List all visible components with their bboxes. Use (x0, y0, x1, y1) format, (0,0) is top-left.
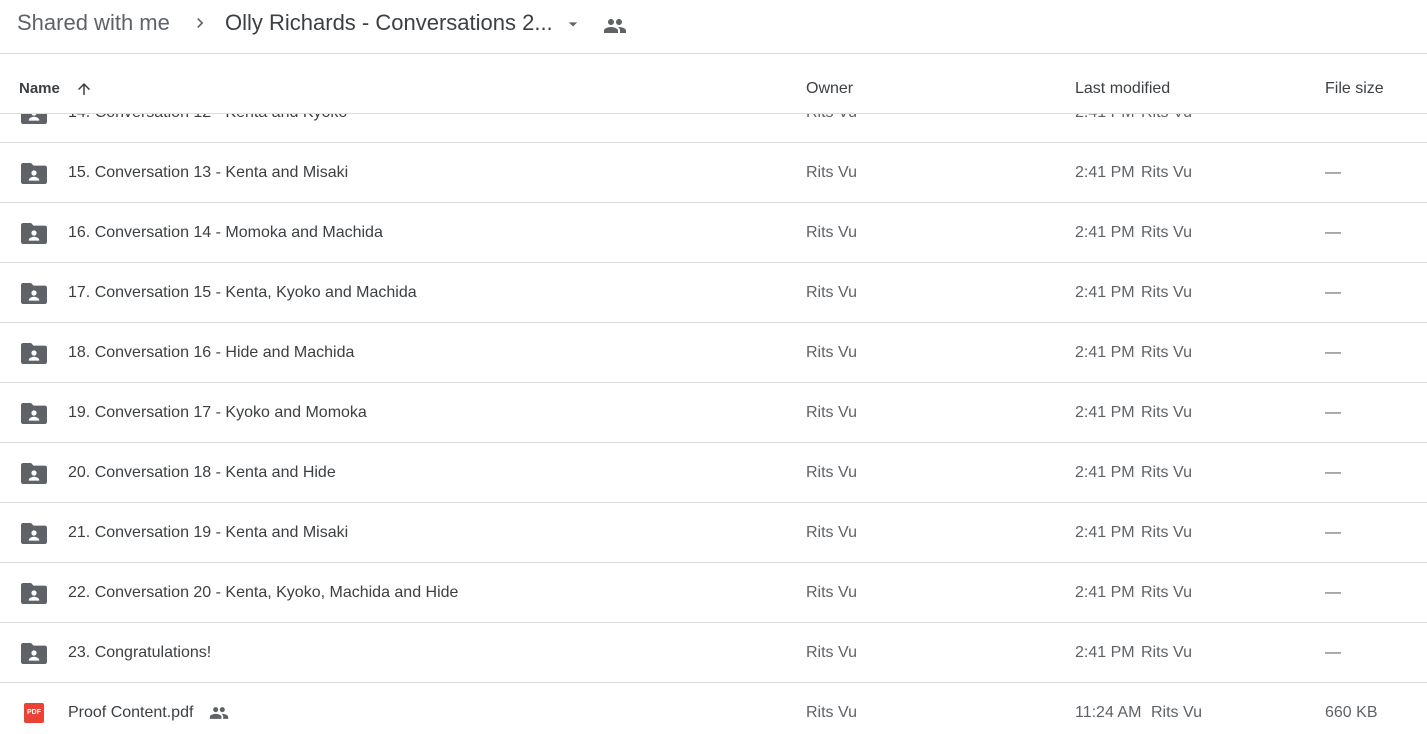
file-name[interactable]: 15. Conversation 13 - Kenta and Misaki (68, 163, 348, 183)
modified-time: 2:41 PM (1075, 224, 1135, 241)
file-size-cell: — (1325, 524, 1341, 541)
shared-folder-icon (21, 462, 47, 484)
owner-cell: Rits Vu (806, 224, 857, 241)
shared-folder-icon (21, 582, 47, 604)
table-row[interactable]: 18. Conversation 16 - Hide and Machida Ri… (0, 323, 1427, 383)
modified-time: 2:41 PM (1075, 644, 1135, 661)
file-size-cell: — (1325, 464, 1341, 481)
file-size-cell: — (1325, 164, 1341, 181)
shared-folder-icon (21, 162, 47, 184)
file-size-cell: — (1325, 584, 1341, 601)
modified-by: Rits Vu (1141, 224, 1192, 241)
pdf-icon: PDF (24, 703, 44, 723)
shared-folder-icon (21, 222, 47, 244)
chevron-right-icon (197, 18, 204, 28)
file-name[interactable]: 16. Conversation 14 - Momoka and Machida (68, 223, 383, 243)
file-size-cell: 660 KB (1325, 704, 1378, 721)
owner-cell: Rits Vu (806, 164, 857, 181)
modified-time: 2:41 PM (1075, 284, 1135, 301)
table-row[interactable]: 22. Conversation 20 - Kenta, Kyoko, Mach… (0, 563, 1427, 623)
table-row[interactable]: 15. Conversation 13 - Kenta and Misaki Ri… (0, 143, 1427, 203)
table-row[interactable]: 23. Congratulations! Rits Vu 2:41 PM Rits V… (0, 623, 1427, 683)
table-row[interactable]: PDF Proof Content.pdf Rits Vu 11:24 AM Rits … (0, 683, 1427, 734)
column-header-row: Name Owner Last modified File size (0, 54, 1427, 114)
modified-time: 2:41 PM (1075, 164, 1135, 181)
breadcrumb-current-folder[interactable]: Olly Richards - Conversations 2... (225, 10, 553, 36)
table-row[interactable]: 17. Conversation 15 - Kenta, Kyoko and M… (0, 263, 1427, 323)
arrow-drop-down-icon[interactable] (563, 14, 583, 34)
table-row[interactable]: 16. Conversation 14 - Momoka and Machida… (0, 203, 1427, 263)
file-name[interactable]: 22. Conversation 20 - Kenta, Kyoko, Mach… (68, 583, 458, 603)
modified-by: Rits Vu (1141, 524, 1192, 541)
modified-by: Rits Vu (1141, 284, 1192, 301)
file-size-cell: — (1325, 404, 1341, 421)
column-header-file-size: File size (1325, 80, 1384, 97)
column-header-last-modified[interactable]: Last modified (1075, 80, 1170, 98)
shared-folder-icon (21, 522, 47, 544)
file-name[interactable]: 19. Conversation 17 - Kyoko and Momoka (68, 403, 367, 423)
people-icon (208, 703, 230, 723)
file-size-cell: — (1325, 644, 1341, 661)
modified-time: 2:41 PM (1075, 344, 1135, 361)
modified-time: 2:41 PM (1075, 524, 1135, 541)
modified-time: 2:41 PM (1075, 584, 1135, 601)
file-size-cell: — (1325, 284, 1341, 301)
modified-by: Rits Vu (1141, 164, 1192, 181)
modified-time: 2:41 PM (1075, 464, 1135, 481)
modified-by: Rits Vu (1141, 464, 1192, 481)
file-name[interactable]: 20. Conversation 18 - Kenta and Hide (68, 463, 336, 483)
column-header-name[interactable]: Name (19, 80, 60, 98)
modified-by: Rits Vu (1141, 644, 1192, 661)
table-row[interactable]: 20. Conversation 18 - Kenta and Hide Rits… (0, 443, 1427, 503)
shared-folder-icon (21, 642, 47, 664)
shared-folder-icon (21, 282, 47, 304)
modified-by: Rits Vu (1141, 584, 1192, 601)
shared-folder-icon (21, 402, 47, 424)
file-name[interactable]: Proof Content.pdf (68, 703, 193, 723)
file-name[interactable]: 18. Conversation 16 - Hide and Machida (68, 343, 354, 363)
owner-cell: Rits Vu (806, 524, 857, 541)
owner-cell: Rits Vu (806, 704, 857, 721)
file-list: 14. Conversation 12 - Kenta and KyokoRit… (0, 83, 1427, 734)
table-row[interactable]: 21. Conversation 19 - Kenta and Misaki Ri… (0, 503, 1427, 563)
arrow-upward-icon[interactable] (75, 80, 93, 98)
pdf-badge-label: PDF (27, 709, 41, 716)
modified-by: Rits Vu (1141, 404, 1192, 421)
modified-by: Rits Vu (1151, 704, 1202, 721)
column-header-owner: Owner (806, 80, 854, 97)
file-name[interactable]: 17. Conversation 15 - Kenta, Kyoko and M… (68, 283, 417, 303)
file-name[interactable]: 23. Congratulations! (68, 643, 211, 663)
table-row[interactable]: 19. Conversation 17 - Kyoko and Momoka Ri… (0, 383, 1427, 443)
owner-cell: Rits Vu (806, 584, 857, 601)
file-size-cell: — (1325, 344, 1341, 361)
owner-cell: Rits Vu (806, 464, 857, 481)
modified-time: 2:41 PM (1075, 404, 1135, 421)
owner-cell: Rits Vu (806, 344, 857, 361)
file-size-cell: — (1325, 224, 1341, 241)
people-icon[interactable] (603, 14, 627, 38)
owner-cell: Rits Vu (806, 284, 857, 301)
owner-cell: Rits Vu (806, 404, 857, 421)
shared-folder-icon (21, 342, 47, 364)
owner-cell: Rits Vu (806, 644, 857, 661)
modified-by: Rits Vu (1141, 344, 1192, 361)
breadcrumb-bar: Shared with me Olly Richards - Conversat… (0, 0, 1427, 54)
file-name[interactable]: 21. Conversation 19 - Kenta and Misaki (68, 523, 348, 543)
breadcrumb-root[interactable]: Shared with me (17, 10, 170, 36)
modified-time: 11:24 AM (1075, 704, 1142, 721)
